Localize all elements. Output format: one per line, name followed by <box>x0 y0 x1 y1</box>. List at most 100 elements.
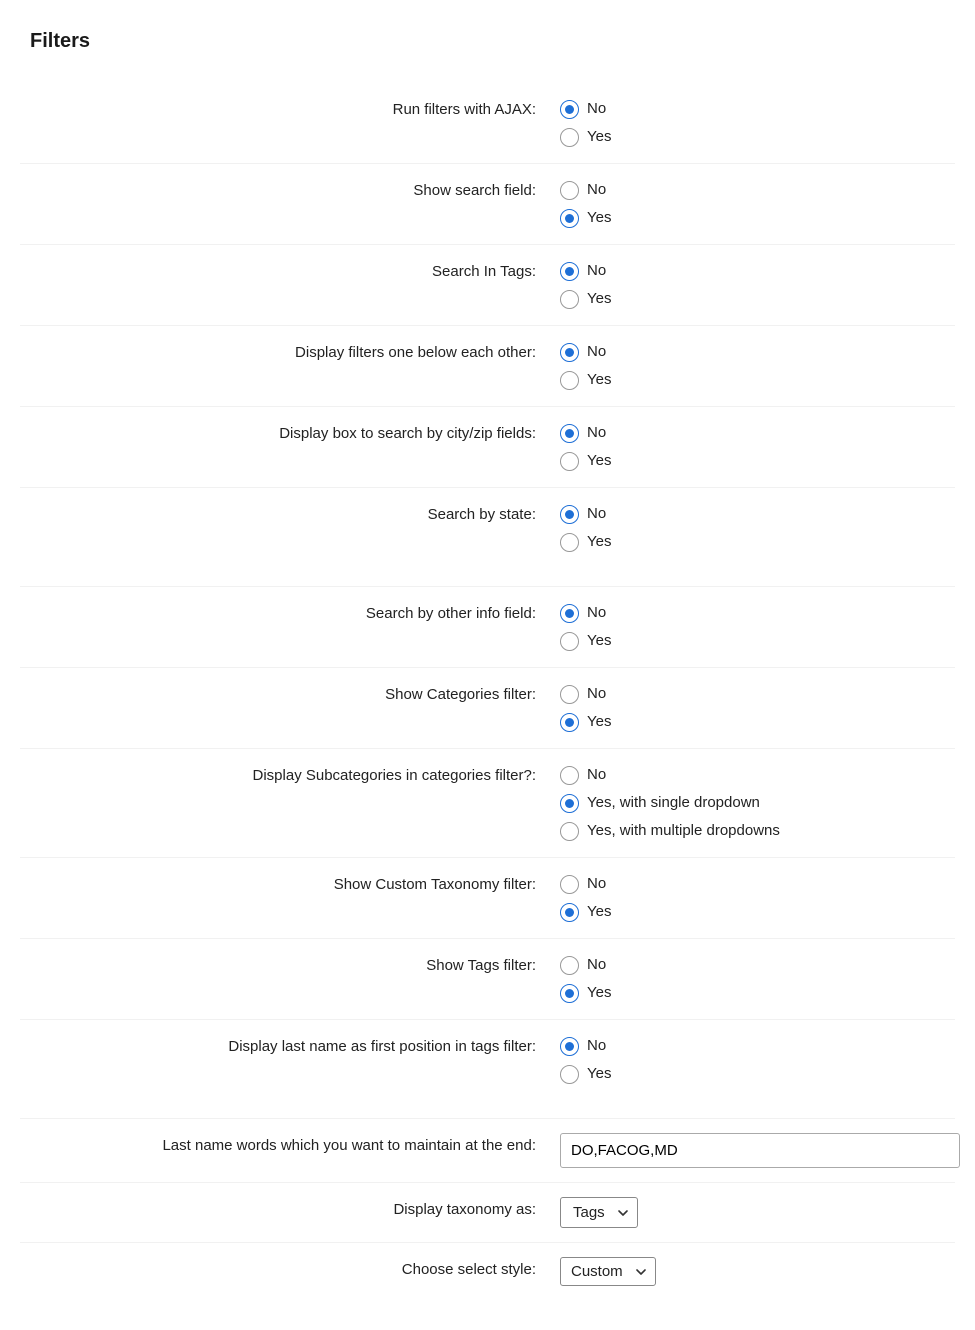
field-show-tags-filter: Show Tags filter: No Yes <box>20 938 955 1019</box>
radio-option-no[interactable]: No <box>560 421 955 445</box>
field-label: Show search field: <box>20 178 560 203</box>
radio-icon[interactable] <box>560 290 579 309</box>
radio-icon[interactable] <box>560 766 579 785</box>
option-label: No <box>587 259 606 283</box>
radio-option-yes[interactable]: Yes <box>560 629 955 653</box>
option-label: Yes <box>587 368 611 392</box>
radio-icon[interactable] <box>560 632 579 651</box>
option-label: No <box>587 682 606 706</box>
field-control: No Yes <box>560 421 955 473</box>
radio-icon[interactable] <box>560 604 579 623</box>
field-control: No Yes <box>560 872 955 924</box>
field-control: No Yes <box>560 1034 955 1086</box>
option-label: Yes, with single dropdown <box>587 791 760 815</box>
radio-icon[interactable] <box>560 128 579 147</box>
radio-icon[interactable] <box>560 505 579 524</box>
radio-icon[interactable] <box>560 984 579 1003</box>
radio-option-yes[interactable]: Yes <box>560 981 955 1005</box>
section-title: Filters <box>30 30 955 53</box>
field-show-search: Show search field: No Yes <box>20 163 955 244</box>
radio-option-yes[interactable]: Yes <box>560 449 955 473</box>
radio-icon[interactable] <box>560 533 579 552</box>
field-control: No Yes <box>560 259 955 311</box>
option-label: No <box>587 1034 606 1058</box>
field-ajax: Run filters with AJAX: No Yes <box>20 83 955 163</box>
radio-option-multiple[interactable]: Yes, with multiple dropdowns <box>560 819 955 843</box>
field-label: Display box to search by city/zip fields… <box>20 421 560 446</box>
option-label: No <box>587 340 606 364</box>
radio-icon[interactable] <box>560 956 579 975</box>
option-label: Yes <box>587 530 611 554</box>
radio-option-no[interactable]: No <box>560 682 955 706</box>
field-label: Choose select style: <box>20 1257 560 1282</box>
radio-option-no[interactable]: No <box>560 953 955 977</box>
radio-option-yes[interactable]: Yes <box>560 125 955 149</box>
radio-icon[interactable] <box>560 685 579 704</box>
radio-option-yes[interactable]: Yes <box>560 710 955 734</box>
field-city-zip: Display box to search by city/zip fields… <box>20 406 955 487</box>
lastname-words-input[interactable] <box>560 1133 960 1168</box>
field-label: Search by other info field: <box>20 601 560 626</box>
radio-option-yes[interactable]: Yes <box>560 1062 955 1086</box>
radio-option-no[interactable]: No <box>560 178 955 202</box>
radio-option-no[interactable]: No <box>560 601 955 625</box>
radio-option-no[interactable]: No <box>560 259 955 283</box>
radio-option-single[interactable]: Yes, with single dropdown <box>560 791 955 815</box>
taxonomy-select[interactable]: Tags <box>560 1197 638 1228</box>
radio-icon[interactable] <box>560 262 579 281</box>
field-label: Display last name as first position in t… <box>20 1034 560 1059</box>
field-show-categories: Show Categories filter: No Yes <box>20 667 955 748</box>
option-label: Yes <box>587 710 611 734</box>
option-label: Yes <box>587 449 611 473</box>
select-style-select[interactable]: Custom <box>560 1257 656 1286</box>
option-label: Yes <box>587 981 611 1005</box>
radio-icon[interactable] <box>560 181 579 200</box>
field-label: Display Subcategories in categories filt… <box>20 763 560 788</box>
radio-option-no[interactable]: No <box>560 763 955 787</box>
radio-option-yes[interactable]: Yes <box>560 287 955 311</box>
option-label: Yes <box>587 1062 611 1086</box>
field-label: Display filters one below each other: <box>20 340 560 365</box>
radio-icon[interactable] <box>560 424 579 443</box>
radio-icon[interactable] <box>560 209 579 228</box>
field-control: No Yes <box>560 97 955 149</box>
radio-icon[interactable] <box>560 875 579 894</box>
radio-icon[interactable] <box>560 822 579 841</box>
radio-icon[interactable] <box>560 343 579 362</box>
radio-icon[interactable] <box>560 903 579 922</box>
radio-option-no[interactable]: No <box>560 872 955 896</box>
option-label: Yes <box>587 629 611 653</box>
radio-icon[interactable] <box>560 1065 579 1084</box>
field-control: No Yes <box>560 953 955 1005</box>
field-label: Show Custom Taxonomy filter: <box>20 872 560 897</box>
field-control: Tags <box>560 1197 955 1228</box>
option-label: No <box>587 953 606 977</box>
field-label: Last name words which you want to mainta… <box>20 1133 560 1158</box>
field-other-info: Search by other info field: No Yes <box>20 586 955 667</box>
radio-option-yes[interactable]: Yes <box>560 206 955 230</box>
radio-icon[interactable] <box>560 1037 579 1056</box>
option-label: No <box>587 97 606 121</box>
option-label: Yes, with multiple dropdowns <box>587 819 780 843</box>
field-label: Show Tags filter: <box>20 953 560 978</box>
radio-icon[interactable] <box>560 713 579 732</box>
radio-icon[interactable] <box>560 371 579 390</box>
field-control: No Yes <box>560 601 955 653</box>
radio-option-no[interactable]: No <box>560 502 955 526</box>
radio-option-no[interactable]: No <box>560 1034 955 1058</box>
field-control: No Yes <box>560 682 955 734</box>
field-select-style: Choose select style: Custom <box>20 1242 955 1300</box>
radio-option-yes[interactable]: Yes <box>560 368 955 392</box>
field-control: No Yes, with single dropdown Yes, with m… <box>560 763 955 843</box>
field-control: Custom <box>560 1257 955 1286</box>
option-label: No <box>587 872 606 896</box>
radio-icon[interactable] <box>560 794 579 813</box>
radio-option-yes[interactable]: Yes <box>560 530 955 554</box>
radio-option-yes[interactable]: Yes <box>560 900 955 924</box>
field-label: Search In Tags: <box>20 259 560 284</box>
radio-option-no[interactable]: No <box>560 340 955 364</box>
radio-icon[interactable] <box>560 452 579 471</box>
radio-option-no[interactable]: No <box>560 97 955 121</box>
radio-icon[interactable] <box>560 100 579 119</box>
field-label: Display taxonomy as: <box>20 1197 560 1222</box>
